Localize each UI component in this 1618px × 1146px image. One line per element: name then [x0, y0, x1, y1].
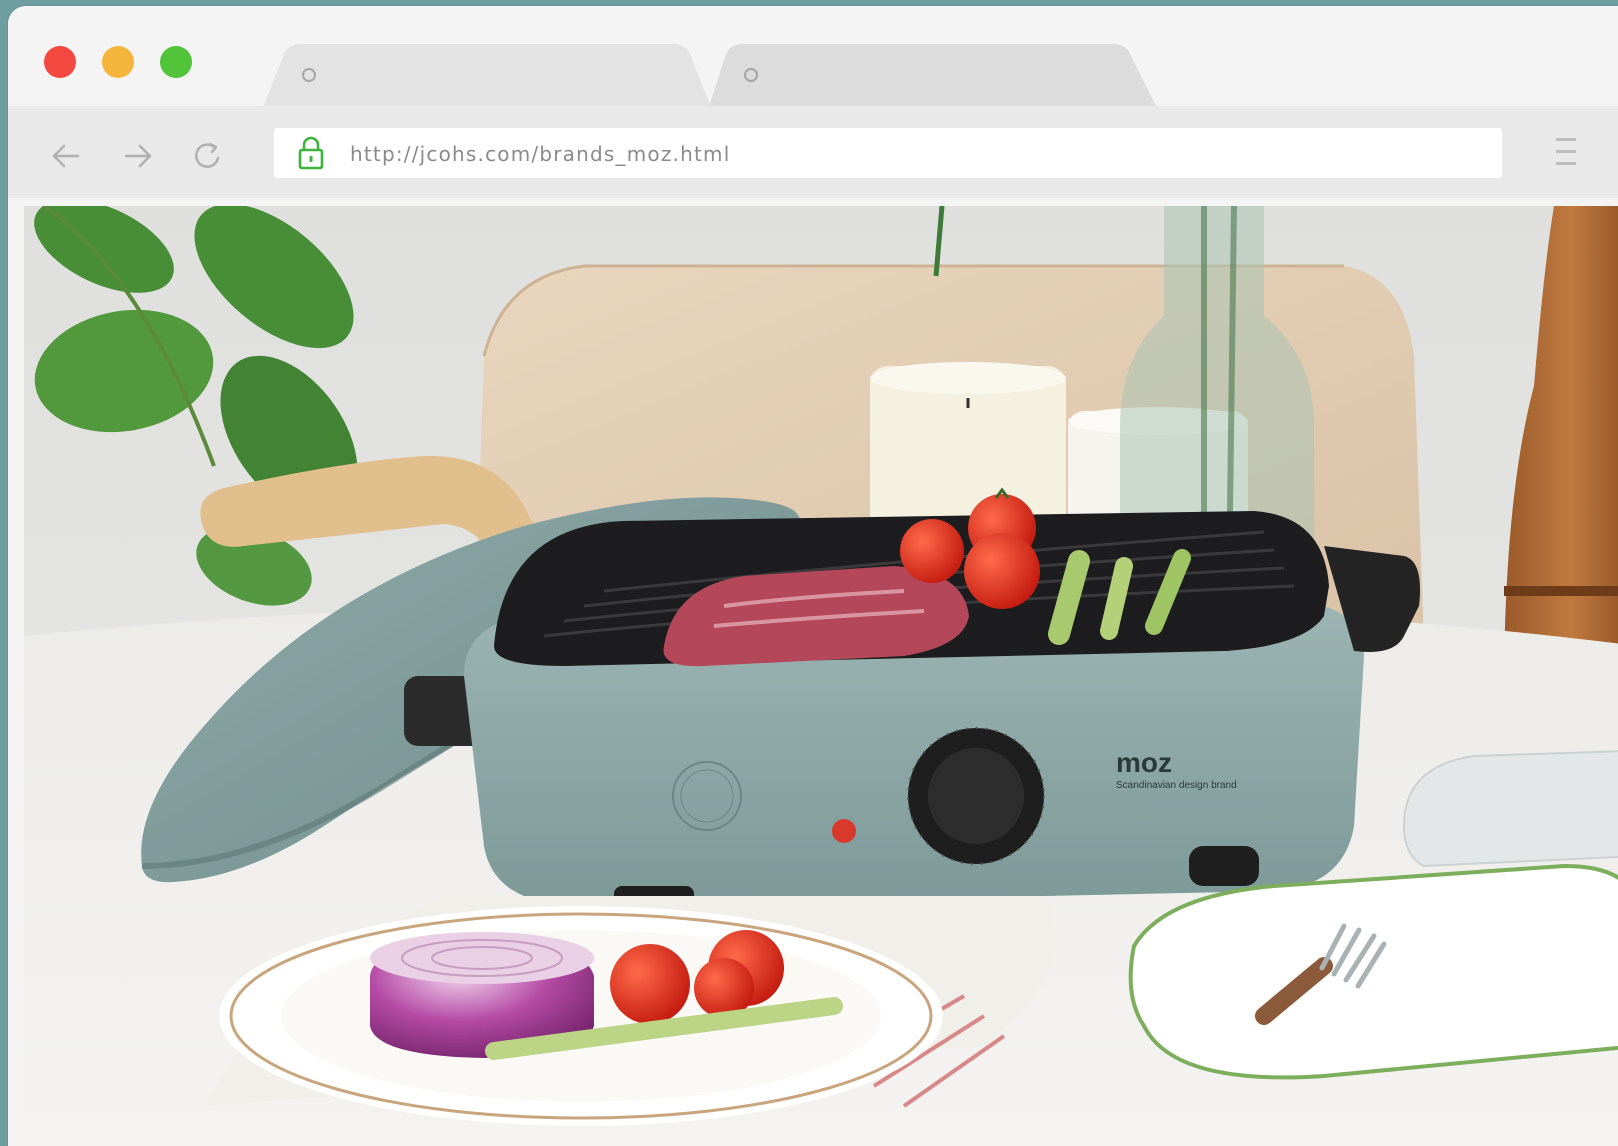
forward-button[interactable]	[118, 136, 158, 176]
arrow-left-icon	[52, 144, 80, 168]
minimize-button[interactable]	[102, 46, 134, 78]
svg-text:moz: moz	[1116, 747, 1172, 778]
hero-product-image: moz Scandinavian design brand	[24, 206, 1618, 1146]
lock-icon	[298, 136, 324, 170]
browser-toolbar: http://jcohs.com/brands_moz.html	[8, 106, 1618, 198]
menu-button[interactable]	[1546, 136, 1580, 172]
page-content: moz Scandinavian design brand	[24, 206, 1618, 1146]
hamburger-icon	[1556, 138, 1580, 165]
reload-button[interactable]	[188, 136, 228, 176]
browser-tab-2[interactable]	[708, 44, 1158, 110]
title-bar	[8, 6, 1618, 110]
reload-icon	[195, 142, 220, 168]
browser-tab-1[interactable]	[262, 44, 712, 110]
maximize-button[interactable]	[160, 46, 192, 78]
svg-text:Scandinavian design brand: Scandinavian design brand	[1116, 780, 1237, 791]
tab-dot-icon	[302, 68, 316, 82]
close-button[interactable]	[44, 46, 76, 78]
address-bar[interactable]: http://jcohs.com/brands_moz.html	[274, 128, 1502, 178]
url-text: http://jcohs.com/brands_moz.html	[350, 142, 731, 166]
browser-window: http://jcohs.com/brands_moz.html moz Sca…	[8, 6, 1618, 1146]
tab-dot-icon	[744, 68, 758, 82]
back-button[interactable]	[46, 136, 86, 176]
arrow-right-icon	[124, 144, 152, 168]
